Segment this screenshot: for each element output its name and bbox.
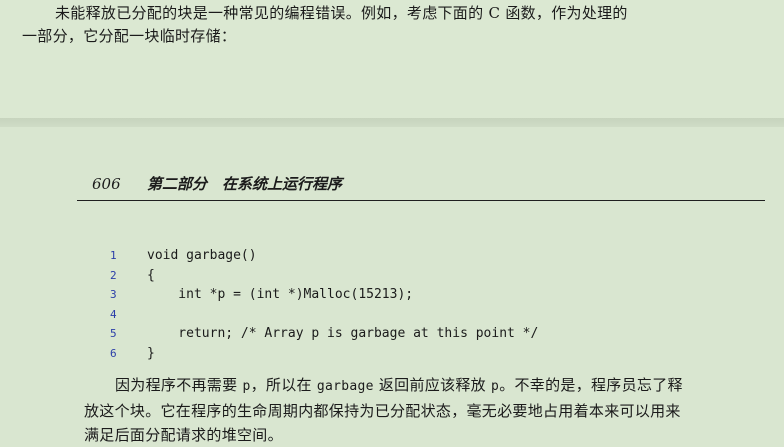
code-text: } bbox=[147, 345, 155, 361]
inline-code: p bbox=[491, 379, 500, 394]
text-run: 因为程序不再需要 bbox=[115, 376, 243, 394]
running-header: 606 第二部分 在系统上运行程序 bbox=[92, 173, 342, 194]
text-run: 。不幸的是，程序员忘了释 bbox=[499, 376, 683, 394]
line-number: 4 bbox=[110, 307, 117, 321]
text-run: 返回前应该释放 bbox=[373, 376, 492, 394]
line-number: 1 bbox=[110, 249, 117, 262]
book-page: 未能释放已分配的块是一种常见的编程错误。例如，考虑下面的 C 函数，作为处理的 … bbox=[0, 0, 784, 447]
line-number: 6 bbox=[110, 346, 117, 360]
line-number: 5 bbox=[110, 327, 117, 340]
inline-code: garbage bbox=[316, 379, 374, 394]
code-text: return; /* Array p is garbage at this po… bbox=[147, 326, 539, 341]
code-line: 3 int *p = (int *)Malloc(15213); bbox=[110, 285, 538, 305]
top-paragraph: 未能释放已分配的块是一种常见的编程错误。例如，考虑下面的 C 函数，作为处理的 … bbox=[22, 2, 722, 48]
code-line: 5 return; /* Array p is garbage at this … bbox=[110, 324, 538, 344]
page-seam bbox=[0, 118, 784, 127]
code-line: 6} bbox=[110, 344, 538, 364]
code-line: 2{ bbox=[110, 266, 538, 286]
line-number: 3 bbox=[110, 288, 117, 301]
top-paragraph-line-2: 一部分，它分配一块临时存储： bbox=[22, 27, 237, 45]
inline-code: p bbox=[242, 379, 251, 394]
page-number: 606 bbox=[92, 175, 121, 193]
code-text: { bbox=[147, 267, 155, 283]
code-line: 4 bbox=[110, 305, 538, 325]
text-run: ，所以在 bbox=[250, 376, 317, 394]
code-listing: 1 void garbage() 2{ 3 int *p = (int *)Mal… bbox=[110, 246, 538, 363]
code-text: int *p = (int *)Malloc(15213); bbox=[147, 287, 414, 302]
top-paragraph-line-1: 未能释放已分配的块是一种常见的编程错误。例如，考虑下面的 C 函数，作为处理的 bbox=[55, 4, 628, 22]
bottom-paragraph: 因为程序不再需要 p，所以在 garbage 返回前应该释放 p。不幸的是，程序… bbox=[84, 373, 764, 447]
bottom-paragraph-line-3: 满足后面分配请求的堆空间。 bbox=[84, 426, 283, 444]
line-number: 2 bbox=[110, 268, 117, 282]
bottom-paragraph-line-1: 因为程序不再需要 p，所以在 garbage 返回前应该释放 p。不幸的是，程序… bbox=[84, 373, 764, 399]
chapter-title: 第二部分 在系统上运行程序 bbox=[147, 175, 343, 193]
bottom-paragraph-line-2: 放这个块。它在程序的生命周期内都保持为已分配状态，毫无必要地占用着本来可以用来 bbox=[84, 402, 681, 420]
header-rule bbox=[77, 200, 765, 201]
code-text: void garbage() bbox=[147, 248, 257, 263]
code-line: 1 void garbage() bbox=[110, 246, 538, 266]
